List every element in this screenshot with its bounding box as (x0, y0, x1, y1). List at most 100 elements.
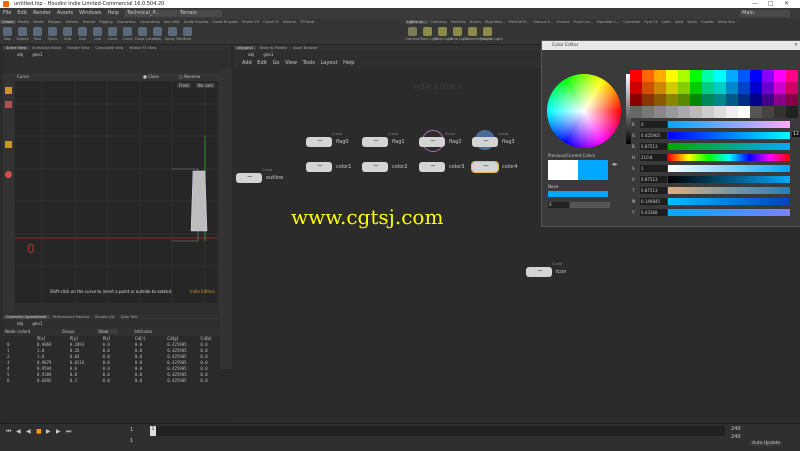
shelf-tab[interactable]: Particles (449, 20, 468, 24)
color-swatch[interactable] (786, 70, 798, 82)
net-menu-help[interactable]: Help (343, 60, 354, 66)
node-flag1[interactable]: Curveflag1 (362, 132, 405, 147)
shelf-tab[interactable]: Drive Sim (716, 20, 737, 24)
menu-windows[interactable]: Windows (76, 8, 104, 19)
net-menu-layout[interactable]: Layout (320, 60, 337, 66)
color-swatch[interactable] (738, 70, 750, 82)
node-color1[interactable]: color1 (306, 162, 352, 172)
color-swatch[interactable] (678, 70, 690, 82)
menu-help[interactable]: Help (104, 8, 121, 19)
color-strip[interactable] (548, 191, 608, 197)
color-swatch[interactable] (714, 70, 726, 82)
channel-slider[interactable] (668, 143, 790, 150)
box-tool[interactable]: Box (0, 26, 15, 41)
shelf-tab[interactable]: Grains (468, 20, 483, 24)
viewport-3d[interactable]: 0 Front No cam Shift-click on the curve … (15, 81, 217, 303)
net-menu-go[interactable]: Go (273, 60, 280, 66)
net-menu-add[interactable]: Add (242, 60, 252, 66)
node-color4[interactable]: color4 (471, 161, 518, 173)
channel-value-field[interactable]: 0.425905 (640, 132, 667, 139)
point-light-tool[interactable]: Point Light (420, 26, 439, 41)
geometry-light-tool[interactable]: Geometry Light (465, 26, 492, 41)
color-swatch[interactable] (642, 106, 654, 118)
curve-tool[interactable]: Curve (120, 26, 135, 41)
channel-value-field[interactable]: 0.87513 (640, 176, 667, 183)
spray-paint-tool[interactable]: Spray Paint (165, 26, 185, 41)
color-swatch[interactable] (654, 94, 666, 106)
color-swatch[interactable] (762, 94, 774, 106)
camera-menu[interactable]: Front (176, 83, 191, 88)
color-swatch[interactable] (762, 70, 774, 82)
menu-edit[interactable]: Edit (14, 8, 30, 19)
close-checkbox[interactable]: ■ Close (143, 73, 159, 81)
shelf-tab[interactable]: Characters (115, 20, 138, 24)
color-swatch[interactable] (642, 82, 654, 94)
color-swatch[interactable] (726, 82, 738, 94)
value-bar[interactable] (570, 202, 610, 208)
tab-composite-view[interactable]: Composite View (92, 46, 126, 50)
color-swatch[interactable] (630, 82, 642, 94)
node-color2[interactable]: color2 (362, 162, 408, 172)
color-swatch[interactable] (690, 70, 702, 82)
shelf-tab[interactable]: Hair Utils (162, 20, 182, 24)
color-swatch[interactable] (774, 94, 786, 106)
stop-icon[interactable]: ■ (36, 428, 42, 435)
color-swatch[interactable] (666, 70, 678, 82)
shelf-tab[interactable]: Polygon (46, 20, 64, 24)
minimize-icon[interactable]: — (752, 0, 758, 8)
node-outline[interactable]: Curveoutline (236, 168, 283, 183)
channel-value-field[interactable]: 1 (640, 165, 667, 172)
color-editor-close-icon[interactable]: ✕ (794, 41, 798, 50)
color-swatch[interactable] (774, 106, 786, 118)
path-geo[interactable]: geo1 (32, 52, 42, 57)
null-tool[interactable]: Null (75, 26, 90, 41)
color-swatch[interactable] (642, 94, 654, 106)
color-swatch[interactable] (702, 94, 714, 106)
color-swatch[interactable] (750, 106, 762, 118)
shelf-tab[interactable]: Rigging (97, 20, 114, 24)
shelf-tab[interactable]: Create (0, 20, 16, 24)
path-obj[interactable]: obj (17, 52, 23, 57)
tab-geometry-spreadsheet[interactable]: Geometry Spreadsheet (3, 315, 50, 319)
node-flag0[interactable]: Curveflag0 (306, 132, 349, 147)
tab-obj-geo1[interactable]: /obj/geo1 (234, 46, 257, 50)
channel-slider[interactable] (668, 121, 790, 128)
channel-value-field[interactable]: 0.43368 (640, 209, 667, 216)
channel-value-field[interactable]: 0.149845 (640, 198, 667, 205)
shelf-tab[interactable]: Container (621, 20, 642, 24)
shelf-tab[interactable]: Deform (64, 20, 81, 24)
shelf-tab[interactable]: Particle Fl... (507, 20, 531, 24)
color-swatch[interactable] (726, 94, 738, 106)
color-swatch[interactable] (678, 106, 690, 118)
shelf-tab[interactable]: TD Tools (298, 20, 317, 24)
color-swatch[interactable] (630, 106, 642, 118)
shelf-tab[interactable]: Volume (281, 20, 298, 24)
color-swatch[interactable] (726, 106, 738, 118)
previous-color-swatch[interactable] (548, 160, 578, 180)
color-swatch[interactable] (714, 106, 726, 118)
node-color3[interactable]: color3 (419, 162, 465, 172)
color-swatch[interactable] (762, 82, 774, 94)
shelf-tab[interactable]: Texture (81, 20, 98, 24)
tab-data-tree[interactable]: Data Tree (118, 315, 141, 319)
color-swatch[interactable] (690, 82, 702, 94)
channel-value-field[interactable]: 0.87513 (640, 143, 667, 150)
draw-curve-tool[interactable]: Draw Curve (135, 26, 156, 41)
channel-slider[interactable] (668, 198, 790, 205)
color-swatch[interactable] (690, 94, 702, 106)
net-path-geo[interactable]: geo1 (263, 52, 273, 57)
color-swatch[interactable] (774, 82, 786, 94)
jump-end-icon[interactable]: ⏭ (66, 428, 71, 436)
color-swatch[interactable] (630, 70, 642, 82)
close-icon[interactable]: ✕ (784, 0, 789, 8)
channel-slider[interactable] (668, 154, 790, 161)
channel-slider[interactable] (668, 165, 790, 172)
color-swatch[interactable] (654, 70, 666, 82)
tab-animation-editor[interactable]: Animation Editor (29, 46, 64, 50)
net-menu-edit[interactable]: Edit (257, 60, 267, 66)
step-back-icon[interactable]: ◀ (16, 428, 21, 435)
timeline-bar[interactable]: 1 (150, 426, 725, 436)
move-tool-icon[interactable] (5, 101, 12, 108)
desktop-main-select[interactable]: Main (740, 10, 790, 17)
menu-assets[interactable]: Assets (54, 8, 76, 19)
